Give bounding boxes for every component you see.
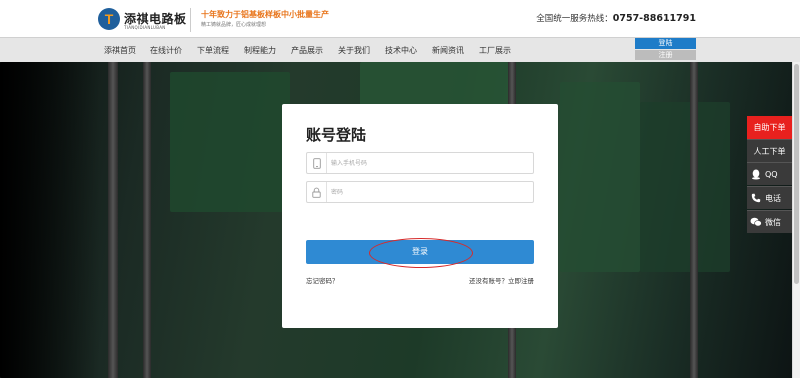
- side-auto-order-button[interactable]: 自助下单: [747, 116, 792, 139]
- shadow-overlay: [0, 62, 100, 378]
- hotline: 全国统一服务热线：0757-88611791: [536, 12, 696, 24]
- nav-item-home[interactable]: 添祺首页: [104, 45, 136, 56]
- nav-item-about[interactable]: 关于我们: [338, 45, 370, 56]
- nav-item-capability[interactable]: 制程能力: [244, 45, 276, 56]
- side-manual-order-button[interactable]: 人工下单: [747, 139, 792, 162]
- site-header: T 添祺电路板 TIANQIDIANLUBAN 十年致力于铝基板样板中小批量生产…: [0, 0, 800, 37]
- password-field[interactable]: [306, 181, 534, 203]
- pcb-image: [560, 82, 640, 272]
- side-wechat-label: 微信: [765, 217, 781, 227]
- side-qq-label: QQ: [765, 169, 778, 179]
- hotline-number: 0757-88611791: [612, 13, 696, 24]
- header-divider: [190, 8, 191, 32]
- nav-item-order-process[interactable]: 下单流程: [197, 45, 229, 56]
- side-phone-button[interactable]: 电话: [747, 186, 792, 209]
- nav-item-online-quote[interactable]: 在线计价: [150, 45, 182, 56]
- pcb-image: [170, 72, 290, 212]
- phone-icon: [747, 193, 765, 203]
- register-link[interactable]: 还没有账号？立即注册: [469, 275, 534, 285]
- nav-item-factory[interactable]: 工厂展示: [479, 45, 511, 56]
- side-wechat-button[interactable]: 微信: [747, 210, 792, 233]
- login-card: 账号登陆 登录 忘记密码？ 还没有账号？立即注册: [282, 104, 558, 328]
- page-scrollbar[interactable]: [792, 62, 800, 378]
- login-submit-button[interactable]: 登录: [306, 240, 534, 264]
- scrollbar-thumb[interactable]: [794, 64, 799, 284]
- machine-rail: [690, 62, 698, 378]
- hotline-label: 全国统一服务热线：: [536, 14, 613, 24]
- mobile-phone-icon: [307, 153, 327, 173]
- machine-rail: [108, 62, 118, 378]
- brand-pinyin: TIANQIDIANLUBAN: [124, 25, 166, 30]
- nav-item-tech[interactable]: 技术中心: [385, 45, 417, 56]
- logo-icon[interactable]: T: [98, 8, 120, 30]
- machine-rail: [143, 62, 151, 378]
- side-phone-label: 电话: [765, 193, 781, 203]
- header-register-button[interactable]: 注册: [635, 50, 696, 60]
- phone-field[interactable]: [306, 152, 534, 174]
- login-title: 账号登陆: [306, 126, 367, 144]
- pcb-image: [640, 102, 730, 272]
- side-qq-button[interactable]: QQ: [747, 162, 792, 185]
- password-input[interactable]: [331, 186, 527, 198]
- side-auto-order-label: 自助下单: [753, 123, 786, 132]
- lock-icon: [307, 182, 327, 202]
- header-login-button[interactable]: 登陆: [635, 38, 696, 49]
- nav-item-news[interactable]: 新闻资讯: [432, 45, 464, 56]
- side-manual-order-label: 人工下单: [753, 146, 786, 156]
- forgot-password-link[interactable]: 忘记密码？: [306, 275, 339, 285]
- wechat-icon: [747, 217, 765, 227]
- phone-input[interactable]: [331, 157, 527, 169]
- nav-item-products[interactable]: 产品展示: [291, 45, 323, 56]
- qq-icon: [747, 169, 765, 180]
- brand-slogan-sub: 精工铸就品牌，匠心成就理想: [201, 22, 267, 28]
- brand-slogan: 十年致力于铝基板样板中小批量生产: [201, 10, 329, 19]
